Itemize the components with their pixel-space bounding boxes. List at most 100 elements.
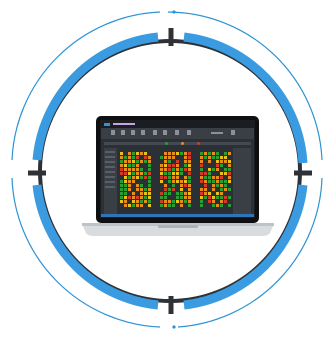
grid-cell bbox=[140, 172, 143, 175]
grid-cell bbox=[200, 172, 203, 175]
grid-cell bbox=[128, 184, 131, 187]
screen-titlebar bbox=[101, 121, 254, 128]
grid-cell bbox=[224, 152, 227, 155]
grid-cell bbox=[200, 192, 203, 195]
laptop-screen bbox=[101, 121, 254, 217]
grid-cell bbox=[164, 172, 167, 175]
toolbar-icon bbox=[131, 130, 135, 135]
toolbar-icon bbox=[111, 130, 115, 135]
grid-cell bbox=[220, 204, 223, 207]
grid-cell bbox=[140, 160, 143, 163]
grid-cell bbox=[136, 168, 139, 171]
grid-cell bbox=[184, 176, 187, 179]
toolbar-icon bbox=[211, 132, 223, 134]
grid-cell bbox=[184, 168, 187, 171]
grid-cell bbox=[132, 180, 135, 183]
grid-cell bbox=[160, 164, 163, 167]
grid-cell bbox=[172, 180, 175, 183]
grid-cell bbox=[168, 200, 171, 203]
grid-cell bbox=[204, 192, 207, 195]
grid-cell bbox=[180, 200, 183, 203]
grid-cell bbox=[172, 204, 175, 207]
grid-cell bbox=[136, 188, 139, 191]
grid-cell bbox=[144, 156, 147, 159]
grid-cell bbox=[212, 188, 215, 191]
grid-cell bbox=[224, 168, 227, 171]
grid-cell bbox=[148, 204, 151, 207]
grid-cell bbox=[224, 172, 227, 175]
toolbar-icon bbox=[163, 130, 167, 135]
grid-cell bbox=[148, 180, 151, 183]
grid-cell bbox=[168, 152, 171, 155]
grid-cell bbox=[200, 176, 203, 179]
grid-cell bbox=[180, 192, 183, 195]
grid-cell bbox=[144, 172, 147, 175]
grid-cell bbox=[184, 196, 187, 199]
grid-cell bbox=[128, 160, 131, 163]
grid-cell bbox=[188, 200, 191, 203]
title-accent bbox=[113, 123, 135, 125]
grid-cell bbox=[120, 160, 123, 163]
grid-cell bbox=[164, 196, 167, 199]
grid-cell bbox=[208, 172, 211, 175]
legend-dot bbox=[181, 142, 184, 145]
grid-cell bbox=[168, 156, 171, 159]
toolbar-icon bbox=[141, 130, 145, 135]
grid-cell bbox=[132, 192, 135, 195]
grid-cell bbox=[164, 200, 167, 203]
grid-cell bbox=[164, 204, 167, 207]
grid-cell bbox=[216, 176, 219, 179]
grid-cell bbox=[136, 152, 139, 155]
grid-cell bbox=[160, 192, 163, 195]
grid-cell bbox=[148, 200, 151, 203]
grid-cell bbox=[128, 180, 131, 183]
grid-cell bbox=[140, 192, 143, 195]
grid-cell bbox=[124, 180, 127, 183]
grid-cell bbox=[128, 156, 131, 159]
grid-cell bbox=[224, 188, 227, 191]
grid-cell bbox=[200, 160, 203, 163]
grid-cell bbox=[136, 160, 139, 163]
grid-block bbox=[200, 152, 232, 210]
grid-cell bbox=[200, 196, 203, 199]
grid-cell bbox=[216, 152, 219, 155]
grid-cell bbox=[132, 176, 135, 179]
grid-cell bbox=[204, 196, 207, 199]
grid-cell bbox=[188, 156, 191, 159]
grid-cell bbox=[148, 196, 151, 199]
grid-cell bbox=[220, 196, 223, 199]
grid-cell bbox=[176, 200, 179, 203]
grid-cell bbox=[228, 180, 231, 183]
grid-cell bbox=[216, 160, 219, 163]
grid-cell bbox=[144, 200, 147, 203]
grid-cell bbox=[204, 172, 207, 175]
grid-cell bbox=[220, 192, 223, 195]
grid-cell bbox=[224, 184, 227, 187]
grid-cell bbox=[224, 180, 227, 183]
grid-cell bbox=[168, 172, 171, 175]
grid-cell bbox=[148, 192, 151, 195]
grid-cell bbox=[140, 168, 143, 171]
grid-cell bbox=[136, 176, 139, 179]
grid-cell bbox=[128, 204, 131, 207]
grid-cell bbox=[228, 176, 231, 179]
grid-cell bbox=[160, 176, 163, 179]
grid-cell bbox=[172, 188, 175, 191]
grid-cell bbox=[184, 160, 187, 163]
grid-cell bbox=[160, 168, 163, 171]
toolbar-icon bbox=[187, 130, 191, 135]
grid-cell bbox=[208, 200, 211, 203]
grid-cell bbox=[200, 180, 203, 183]
grid-cell bbox=[148, 164, 151, 167]
grid-cell bbox=[132, 172, 135, 175]
grid-cell bbox=[228, 152, 231, 155]
grid-cell bbox=[176, 172, 179, 175]
grid-cell bbox=[176, 160, 179, 163]
grid-cell bbox=[124, 160, 127, 163]
grid-cell bbox=[136, 184, 139, 187]
grid-cell bbox=[168, 192, 171, 195]
grid-cell bbox=[212, 168, 215, 171]
grid-cell bbox=[132, 168, 135, 171]
grid-cell bbox=[204, 152, 207, 155]
grid-cell bbox=[124, 188, 127, 191]
